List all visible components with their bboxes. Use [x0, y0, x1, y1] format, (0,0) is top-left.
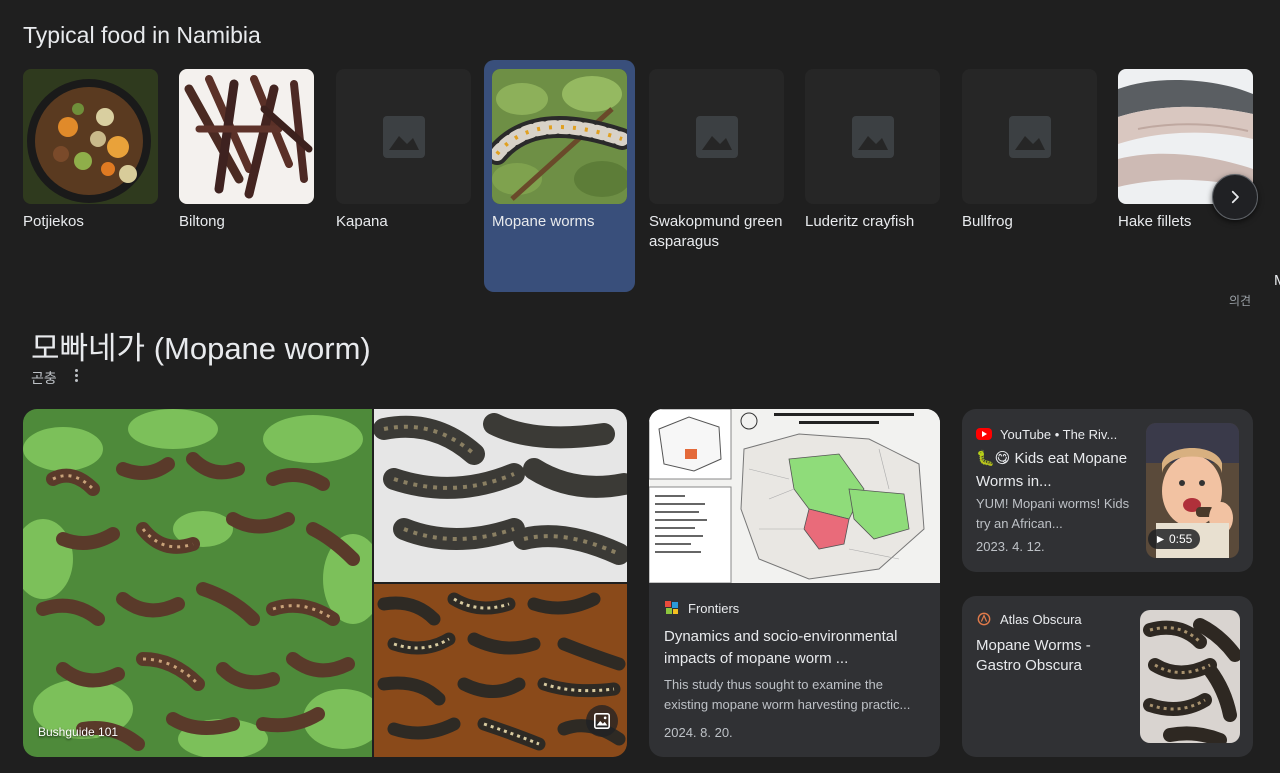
carousel-next-button[interactable] — [1212, 174, 1258, 220]
gallery-image-main[interactable] — [23, 409, 372, 757]
result-card-youtube[interactable]: YouTube • The Riv... 🐛😋 Kids eat Mopane … — [962, 409, 1253, 572]
image-gallery[interactable]: Bushguide 101 — [23, 409, 627, 757]
atlas-obscura-logo-icon — [976, 611, 992, 627]
food-image-mopane-worms — [492, 69, 627, 204]
food-card-swakopmund-asparagus[interactable]: Swakopmund green asparagus — [641, 60, 792, 292]
food-image-swakopmund-asparagus — [649, 69, 784, 204]
result-image-map — [649, 409, 940, 583]
image-icon — [593, 712, 611, 730]
view-images-button[interactable] — [586, 705, 618, 737]
food-card-kapana[interactable]: Kapana — [328, 60, 479, 292]
image-placeholder-icon — [1008, 115, 1051, 158]
gallery-image-top-right[interactable] — [374, 409, 627, 582]
result-description: This study thus sought to examine the ex… — [664, 677, 911, 712]
food-card-potjiekos[interactable]: Potjiekos — [15, 60, 166, 292]
result-card-frontiers[interactable]: Frontiers Dynamics and socio-environment… — [649, 409, 940, 757]
result-source: Atlas Obscura — [976, 611, 1082, 627]
food-label: Kapana — [336, 213, 388, 230]
result-title[interactable]: 🐛😋 Kids eat Mopane Worms in... — [976, 447, 1136, 493]
food-card-bullfrog[interactable]: Bullfrog — [954, 60, 1105, 292]
food-image-bullfrog — [962, 69, 1097, 204]
result-source-name: Atlas Obscura — [1000, 611, 1082, 627]
food-image-luderitz-crayfish — [805, 69, 940, 204]
result-source: YouTube • The Riv... — [976, 426, 1141, 442]
food-card-biltong[interactable]: Biltong — [171, 60, 322, 292]
image-placeholder-icon — [695, 115, 738, 158]
more-options-icon[interactable] — [70, 366, 82, 384]
result-date: 2023. 4. 12. — [976, 539, 1045, 554]
result-date: 2024. 8. 20. — [664, 725, 733, 740]
food-label: Swakopmund green asparagus — [649, 213, 783, 250]
play-icon — [1156, 535, 1165, 543]
food-card-luderitz-crayfish[interactable]: Luderitz crayfish — [797, 60, 948, 292]
result-title[interactable]: Dynamics and socio-environmental impacts… — [664, 626, 926, 670]
result-thumbnail[interactable] — [1140, 610, 1240, 743]
entity-subtitle: 곤충 — [31, 370, 57, 386]
food-label: Mopane worms — [492, 213, 595, 230]
video-duration: 0:55 — [1148, 529, 1201, 549]
image-placeholder-icon — [851, 115, 894, 158]
result-source: Frontiers — [664, 600, 739, 616]
food-label: Potjiekos — [23, 213, 84, 230]
image-placeholder-icon — [382, 115, 425, 158]
entity-title: 모빠네가 (Mopane worm) — [31, 331, 371, 366]
food-label: Bullfrog — [962, 213, 1013, 230]
gallery-caption: Bushguide 101 — [38, 725, 119, 739]
result-source-name: YouTube • The Riv... — [1000, 426, 1118, 442]
result-description: YUM! Mopani worms! Kids try an African..… — [976, 496, 1130, 531]
food-image-potjiekos — [23, 69, 158, 204]
feedback-link[interactable]: 의견 — [1229, 292, 1251, 309]
youtube-logo-icon — [976, 426, 992, 442]
food-carousel: Potjiekos Biltong Kapana Mopane worms Sw… — [0, 60, 1280, 292]
food-label-cut: M — [1274, 272, 1280, 289]
section-title: Typical food in Namibia — [23, 22, 261, 48]
food-image-kapana — [336, 69, 471, 204]
frontiers-logo-icon — [664, 600, 680, 616]
food-image-biltong — [179, 69, 314, 204]
chevron-right-icon — [1231, 190, 1239, 204]
food-label: Biltong — [179, 213, 225, 230]
result-title[interactable]: Mopane Worms - Gastro Obscura — [976, 636, 1131, 676]
result-source-name: Frontiers — [688, 600, 740, 616]
food-label: Luderitz crayfish — [805, 213, 915, 230]
food-card-mopane-worms[interactable]: Mopane worms — [484, 60, 635, 292]
result-card-atlas-obscura[interactable]: Atlas Obscura Mopane Worms - Gastro Obsc… — [962, 596, 1253, 757]
